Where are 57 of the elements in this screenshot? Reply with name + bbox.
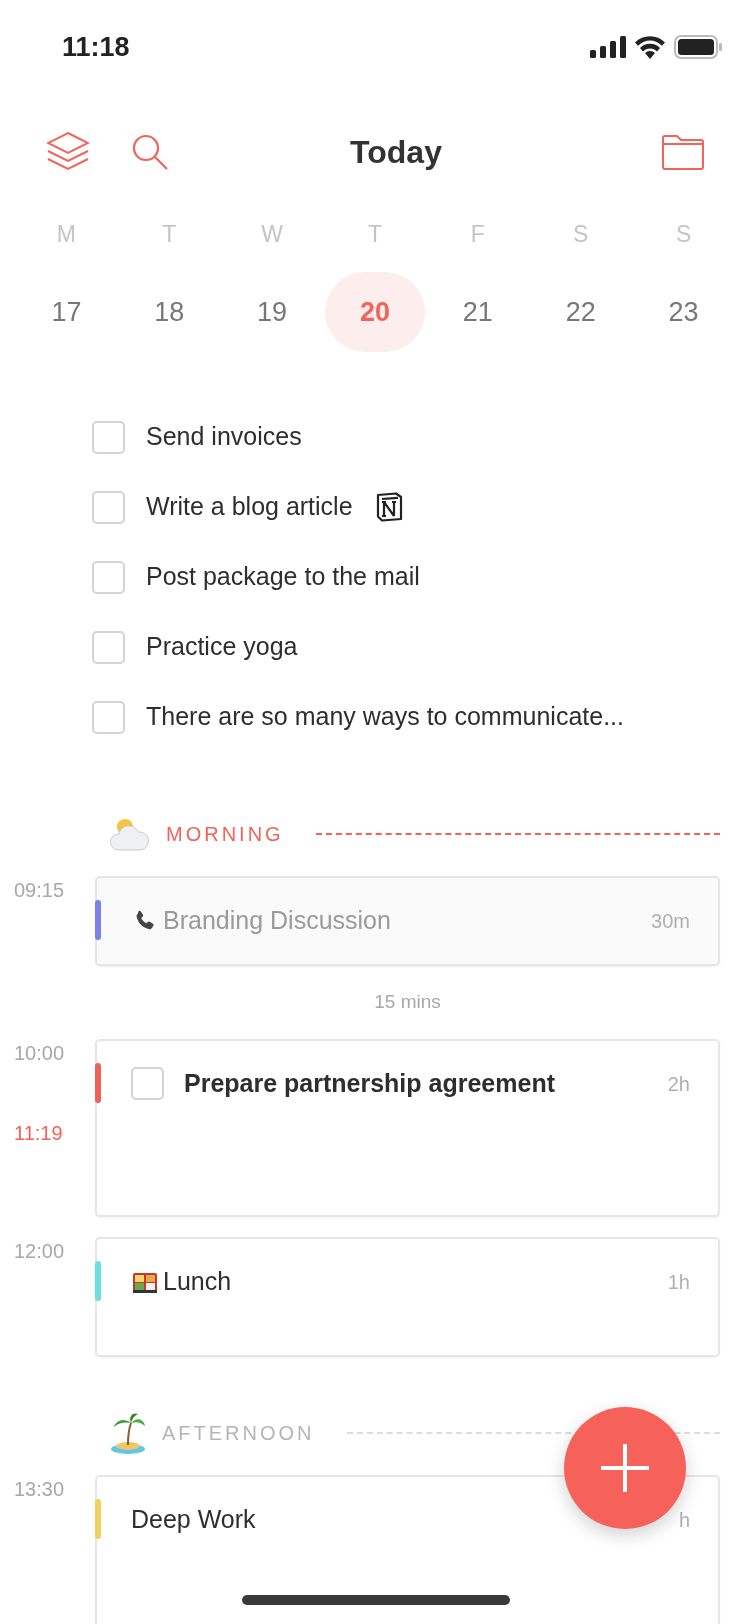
section-label: AFTERNOON: [162, 1420, 315, 1446]
duration-label: 2h: [667, 1071, 690, 1097]
duration-label: h: [678, 1507, 690, 1533]
task-title: Practice yoga: [146, 631, 298, 663]
weekday-label: S: [675, 220, 692, 249]
duration-label: 30m: [651, 909, 690, 934]
palm-island-icon: [108, 1410, 148, 1455]
section-label: MORNING: [166, 822, 284, 847]
status-time: 11:18: [62, 30, 130, 64]
signal-icon: [590, 36, 626, 58]
search-button[interactable]: [130, 132, 170, 172]
folder-button[interactable]: [662, 134, 704, 170]
event-card[interactable]: Prepare partnership agreement 2h: [95, 1038, 720, 1217]
checkbox[interactable]: [92, 490, 125, 524]
task-title: Write a blog article: [146, 491, 353, 523]
folder-icon: [662, 134, 704, 170]
event-title: Deep Work: [131, 1503, 257, 1535]
wifi-icon: [634, 35, 666, 59]
time-label: 09:15: [14, 878, 66, 902]
date-button[interactable]: 21: [427, 272, 528, 352]
weekday-label: W: [261, 220, 283, 249]
task-title: There are so many ways to communicate...: [146, 701, 624, 733]
date-button[interactable]: 18: [119, 272, 220, 352]
current-time-label: 11:19: [14, 1120, 64, 1145]
event-title: Prepare partnership agreement: [184, 1067, 556, 1099]
weekday-label: S: [573, 220, 589, 249]
event-title: Branding Discussion: [163, 905, 392, 937]
duration-label: 1h: [667, 1269, 690, 1295]
date-button[interactable]: 23: [633, 272, 734, 352]
task-title: Post package to the mail: [146, 561, 420, 593]
event-title: Lunch: [163, 1265, 233, 1297]
plus-icon: [600, 1443, 650, 1493]
time-label: 13:30: [14, 1476, 66, 1501]
weekday-label: T: [367, 220, 382, 249]
search-icon: [131, 133, 169, 171]
page-title: Today: [349, 133, 443, 172]
layers-icon: [46, 131, 90, 173]
event-card[interactable]: Lunch 1h: [95, 1236, 720, 1357]
date-button[interactable]: 22: [530, 272, 631, 352]
gap-label: 15 mins: [374, 990, 441, 1014]
event-card[interactable]: Deep Work h: [95, 1474, 720, 1624]
weekday-label: T: [162, 220, 177, 249]
weekday-label: M: [56, 220, 76, 249]
event-card[interactable]: Branding Discussion 30m: [95, 876, 720, 966]
weekday-label: F: [470, 220, 485, 249]
time-label: 12:00: [14, 1238, 66, 1263]
checkbox[interactable]: [92, 630, 125, 664]
date-button[interactable]: 19: [222, 272, 323, 352]
date-button[interactable]: 17: [16, 272, 117, 352]
checkbox[interactable]: [92, 420, 125, 454]
battery-icon: [674, 35, 722, 59]
task-title: Send invoices: [146, 421, 302, 453]
date-button[interactable]: 20: [325, 272, 425, 352]
checkbox[interactable]: [92, 560, 125, 594]
checkbox[interactable]: [92, 700, 125, 734]
time-label: 10:00: [14, 1040, 66, 1065]
checkbox[interactable]: [131, 1067, 164, 1100]
